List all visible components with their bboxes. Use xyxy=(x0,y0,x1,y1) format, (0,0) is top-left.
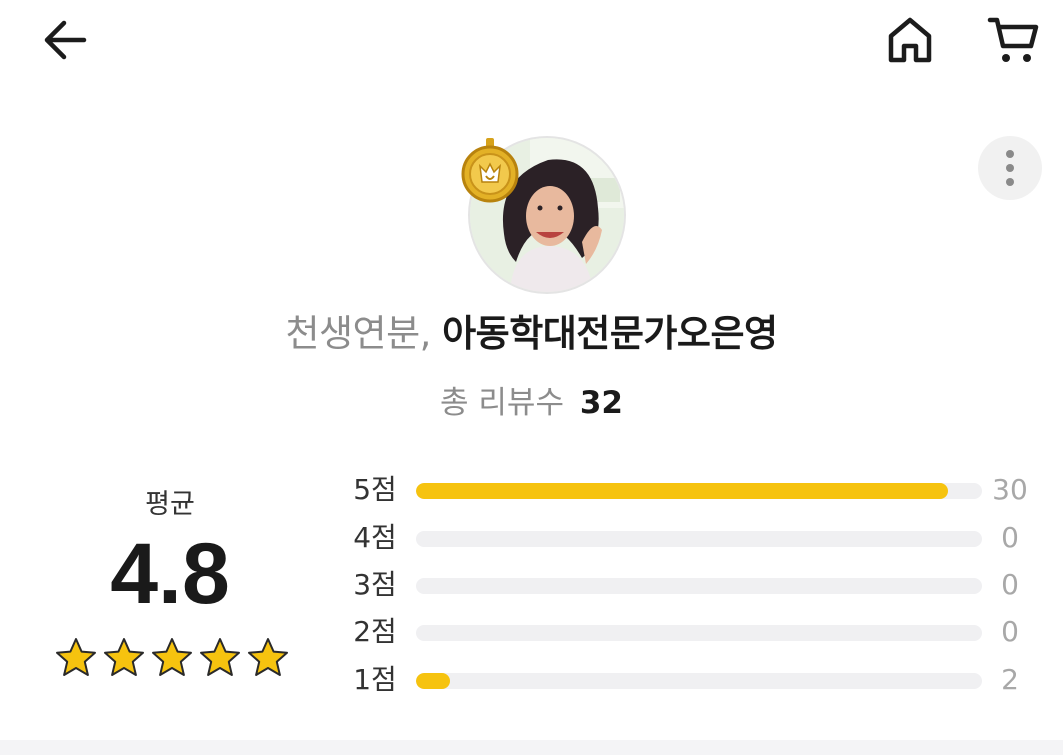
star-icon xyxy=(56,638,96,676)
cart-button[interactable] xyxy=(982,12,1044,68)
rating-bar-track xyxy=(416,673,982,689)
rating-row: 4점 0 xyxy=(340,518,1040,558)
top-bar xyxy=(0,0,1063,90)
home-icon xyxy=(888,17,932,63)
star-icon xyxy=(104,638,144,676)
total-review-count: 총 리뷰수 32 xyxy=(0,380,1063,426)
rating-row-label: 1점 xyxy=(353,663,397,696)
seller-name: 천생연분, 아동학대전문가오은영 xyxy=(0,306,1063,362)
section-divider xyxy=(0,740,1063,755)
rating-row-count: 0 xyxy=(1001,568,1019,601)
rating-bar-fill xyxy=(416,673,450,689)
rating-row-label: 5점 xyxy=(353,473,397,506)
rating-row: 3점 0 xyxy=(340,565,1040,605)
rating-row-label: 2점 xyxy=(353,615,397,648)
review-count-label: 총 리뷰수 xyxy=(440,385,564,421)
rating-bar-track xyxy=(416,483,982,499)
review-count-value: 32 xyxy=(579,385,623,421)
star-icon xyxy=(248,638,288,676)
name-prefix: 천생연분, xyxy=(285,312,431,355)
rating-row-count: 0 xyxy=(1001,615,1019,648)
back-button[interactable] xyxy=(36,14,94,66)
rating-row-count: 0 xyxy=(1001,521,1019,554)
rating-row-count: 30 xyxy=(992,473,1028,506)
home-button[interactable] xyxy=(880,12,940,68)
arrow-left-icon xyxy=(44,20,87,60)
rating-row-label: 3점 xyxy=(353,568,397,601)
star-icon xyxy=(152,638,192,676)
rating-row-label: 4점 xyxy=(353,521,397,554)
rating-bar-track xyxy=(416,578,982,594)
average-label: 평균 xyxy=(145,489,195,520)
rating-bar-track xyxy=(416,625,982,641)
rating-bar-track xyxy=(416,531,982,547)
more-options-button[interactable] xyxy=(978,136,1042,200)
rating-row-count: 2 xyxy=(1001,663,1019,696)
average-rating-value: 4.8 xyxy=(110,526,230,622)
gold-medal-badge-icon xyxy=(460,138,520,204)
name-main: 아동학대전문가오은영 xyxy=(442,312,778,355)
rating-row: 2점 0 xyxy=(340,612,1040,652)
star-rating xyxy=(54,636,290,686)
vertical-dots-icon xyxy=(1006,150,1014,186)
rating-bar-fill xyxy=(416,483,949,499)
rating-row: 1점 2 xyxy=(340,660,1040,700)
star-icon xyxy=(200,638,240,676)
rating-row: 5점 30 xyxy=(340,470,1040,510)
cart-icon xyxy=(987,17,1039,62)
